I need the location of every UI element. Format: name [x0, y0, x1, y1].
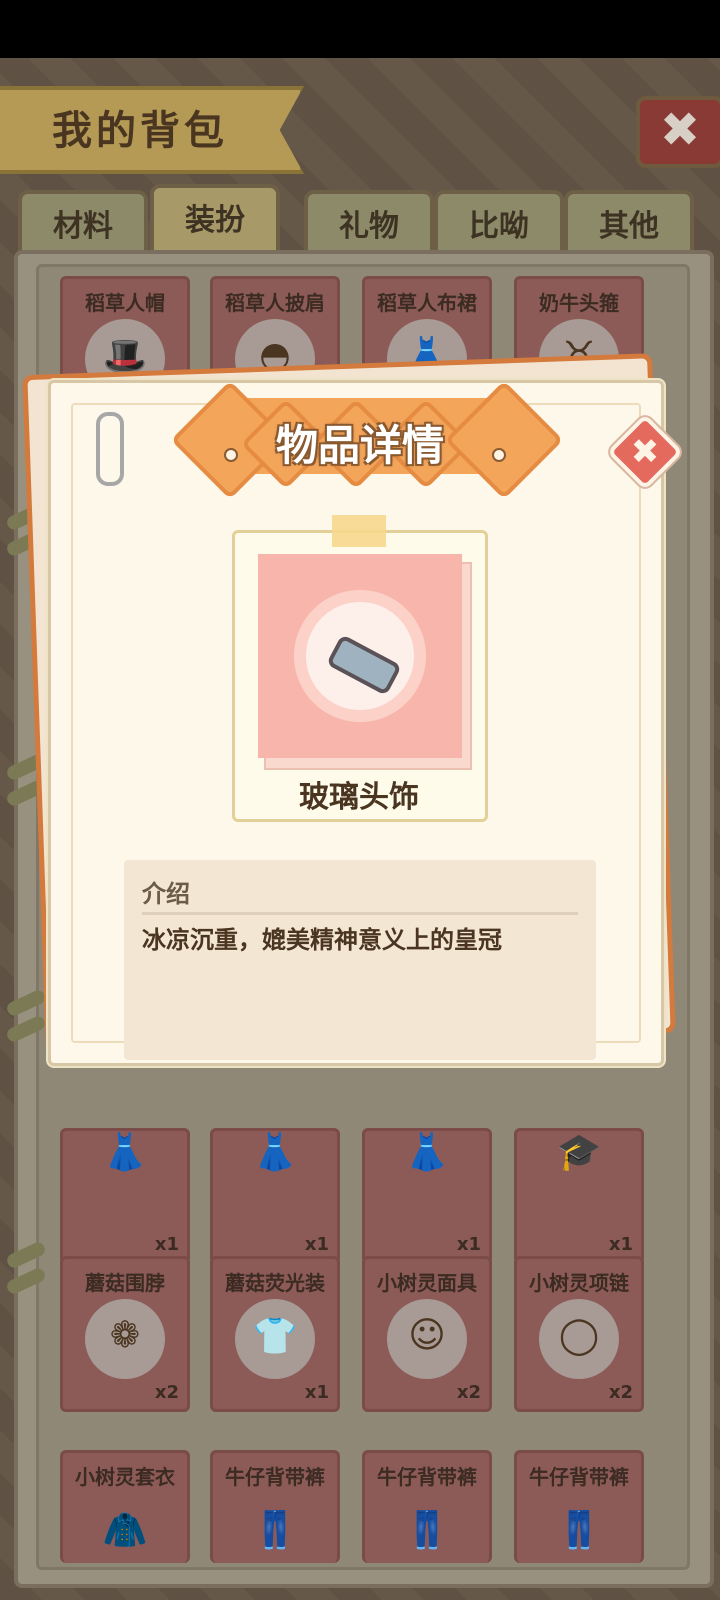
- item-card[interactable]: 牛仔背带裤 👖: [514, 1450, 644, 1563]
- item-quantity: x1: [304, 1234, 329, 1255]
- page-title: 我的背包: [52, 108, 228, 154]
- description-label: 介绍: [142, 880, 190, 908]
- title-dot: [224, 448, 238, 462]
- tree-spirit-mask-icon: ☺: [408, 1315, 446, 1356]
- glow-outfit-icon: 👕: [252, 1316, 298, 1357]
- item-name: 蘑菇围脖: [85, 1271, 165, 1295]
- modal-title: 物品详情: [275, 421, 444, 470]
- item-name: 牛仔背带裤: [225, 1465, 325, 1489]
- tab-others[interactable]: 其他: [564, 190, 694, 258]
- item-name: 奶牛头箍: [539, 291, 619, 315]
- overalls-icon: 👖: [556, 1510, 602, 1551]
- backpack-close-button[interactable]: ✖: [636, 96, 720, 168]
- item-quantity: x1: [304, 1382, 329, 1403]
- item-quantity: x2: [456, 1382, 481, 1403]
- item-quantity: x1: [456, 1234, 481, 1255]
- description-divider: [142, 912, 578, 915]
- item-card[interactable]: 小树灵套衣 🧥: [60, 1450, 190, 1563]
- title-dot: [492, 448, 506, 462]
- tab-biyou[interactable]: 比呦: [434, 190, 564, 258]
- hat-icon: 🎓: [556, 1132, 602, 1173]
- item-quantity: x2: [608, 1382, 633, 1403]
- overalls-icon: 👖: [404, 1510, 450, 1551]
- purple-dress-icon: 👗: [102, 1132, 148, 1173]
- tab-gifts[interactable]: 礼物: [304, 190, 434, 258]
- status-bar: [0, 0, 720, 58]
- item-name: 小树灵面具: [377, 1271, 477, 1295]
- description-box: [124, 860, 596, 1060]
- item-card[interactable]: 🎓 x1: [514, 1128, 644, 1264]
- item-quantity: x2: [154, 1382, 179, 1403]
- item-card[interactable]: 蘑菇围脖 ❁ x2: [60, 1256, 190, 1412]
- mushroom-scarf-icon: ❁: [109, 1315, 141, 1356]
- item-card[interactable]: 👗 x1: [60, 1128, 190, 1264]
- item-card[interactable]: 小树灵项链 ◯ x2: [514, 1256, 644, 1412]
- item-card[interactable]: 牛仔背带裤 👖: [362, 1450, 492, 1563]
- description-text: 冰凉沉重，媲美精神意义上的皇冠: [142, 926, 502, 954]
- item-card[interactable]: 小树灵面具 ☺ x2: [362, 1256, 492, 1412]
- tree-spirit-suit-icon: 🧥: [102, 1510, 148, 1551]
- overalls-icon: 👖: [252, 1510, 298, 1551]
- item-name: 蘑菇荧光装: [225, 1271, 325, 1295]
- item-name: 小树灵项链: [529, 1271, 629, 1295]
- item-card[interactable]: 牛仔背带裤 👖: [210, 1450, 340, 1563]
- item-name: 牛仔背带裤: [529, 1465, 629, 1489]
- item-name: 稻草人布裙: [377, 291, 477, 315]
- close-icon: ✖: [630, 432, 660, 472]
- item-card[interactable]: 蘑菇荧光装 👕 x1: [210, 1256, 340, 1412]
- necklace-icon: ◯: [558, 1315, 600, 1356]
- item-name: 牛仔背带裤: [377, 1465, 477, 1489]
- tab-outfits[interactable]: 装扮: [150, 184, 280, 258]
- item-name: 小树灵套衣: [75, 1465, 175, 1489]
- item-name: 稻草人披肩: [225, 291, 325, 315]
- tape-strip: [332, 515, 386, 547]
- item-card[interactable]: 👗 x1: [362, 1128, 492, 1264]
- paperclip-icon: [96, 412, 124, 486]
- item-name: 稻草人帽: [85, 291, 165, 315]
- item-quantity: x1: [608, 1234, 633, 1255]
- item-quantity: x1: [154, 1234, 179, 1255]
- green-dress-icon: 👗: [404, 1132, 450, 1173]
- pink-dress-icon: 👗: [252, 1132, 298, 1173]
- tab-materials[interactable]: 材料: [18, 190, 148, 258]
- item-card[interactable]: 👗 x1: [210, 1128, 340, 1264]
- item-detail-name: 玻璃头饰: [299, 780, 419, 815]
